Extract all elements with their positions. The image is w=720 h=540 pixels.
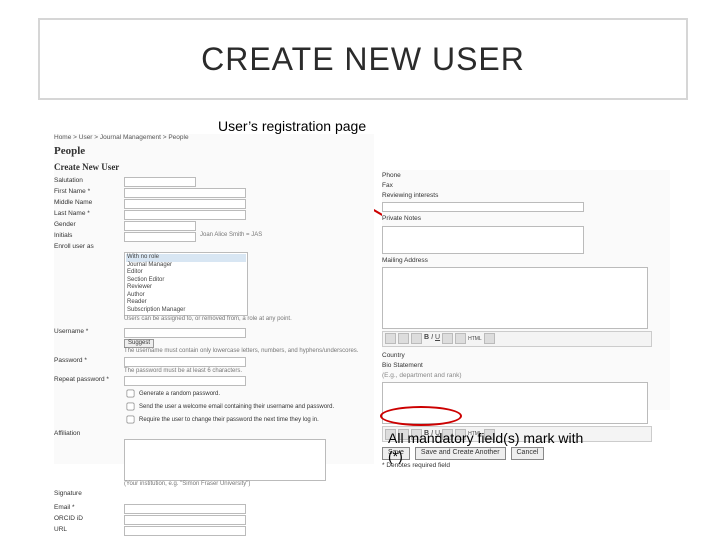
role-option[interactable]: Section Editor (126, 277, 246, 285)
input-gender[interactable] (124, 221, 196, 231)
input-email[interactable] (124, 504, 246, 514)
label-phone: Phone (382, 172, 670, 180)
opt-welcome-email[interactable]: Send the user a welcome email containing… (124, 400, 374, 413)
title-band: CREATE NEW USER (38, 18, 688, 100)
screenshot-right: Phone Fax Reviewing interests Private No… (382, 170, 670, 410)
input-middle-name[interactable] (124, 199, 246, 209)
heading-people: People (54, 145, 374, 159)
textarea-private-notes[interactable] (382, 226, 584, 254)
caption-mandatory: All mandatory field(s) mark with (*) (388, 430, 588, 465)
opt-force-change[interactable]: Require the user to change their passwor… (124, 413, 374, 426)
opt-generate-password[interactable]: Generate a random password. (124, 387, 374, 400)
label-fax: Fax (382, 182, 670, 190)
hint-initials: Joan Alice Smith = JAS (200, 232, 262, 242)
label-signature: Signature (54, 490, 124, 498)
screenshot-left: Home > User > Journal Management > Peopl… (54, 134, 374, 464)
label-country: Country (382, 352, 670, 360)
textarea-affiliation[interactable] (124, 439, 326, 481)
label-affiliation: Affiliation (54, 430, 124, 438)
role-option[interactable]: Subscription Manager (126, 307, 246, 315)
bold-icon[interactable]: B (424, 334, 429, 343)
input-salutation[interactable] (124, 177, 196, 187)
label-initials: Initials (54, 232, 124, 242)
html-icon[interactable]: HTML (468, 336, 482, 342)
label-enroll: Enroll user as (54, 243, 124, 251)
label-username: Username * (54, 328, 124, 338)
suggest-button[interactable]: Suggest (124, 339, 154, 349)
role-option[interactable]: Reviewer (126, 284, 246, 292)
role-option[interactable]: Reader (126, 299, 246, 307)
toolbar-icon[interactable] (385, 333, 396, 344)
label-first-name: First Name * (54, 188, 124, 198)
affiliation-hint: (Your institution, e.g. "Simon Fraser Un… (124, 481, 374, 489)
input-orcid[interactable] (124, 515, 246, 525)
label-mailing: Mailing Address (382, 257, 670, 265)
role-option[interactable]: Author (126, 292, 246, 300)
toolbar-icon[interactable] (442, 333, 453, 344)
textarea-mailing[interactable] (382, 267, 648, 329)
input-initials[interactable] (124, 232, 196, 242)
label-repeat-password: Repeat password * (54, 376, 124, 386)
underline-icon[interactable]: U (435, 334, 440, 343)
toolbar-icon[interactable] (411, 333, 422, 344)
label-middle-name: Middle Name (54, 199, 124, 209)
label-email: Email * (54, 504, 124, 514)
label-url: URL (54, 526, 124, 536)
label-orcid: ORCID iD (54, 515, 124, 525)
input-username[interactable] (124, 328, 246, 338)
italic-icon[interactable]: I (431, 334, 433, 343)
input-first-name[interactable] (124, 188, 246, 198)
roles-note: Users can be assigned to, or removed fro… (124, 316, 374, 324)
label-gender: Gender (54, 221, 124, 231)
hint-bio: (E.g., department and rank) (382, 372, 670, 380)
editor-toolbar[interactable]: B I U HTML (382, 331, 652, 347)
password-note: The password must be at least 6 characte… (124, 368, 374, 376)
roles-listbox[interactable]: With no role Journal Manager Editor Sect… (124, 252, 248, 316)
label-password: Password * (54, 357, 124, 367)
heading-create-new-user: Create New User (54, 162, 374, 173)
label-bio: Bio Statement (382, 362, 670, 370)
slide-title: CREATE NEW USER (201, 41, 525, 78)
role-option[interactable]: With no role (126, 254, 246, 262)
role-option[interactable]: Journal Manager (126, 262, 246, 270)
toolbar-icon[interactable] (455, 333, 466, 344)
highlight-oval (380, 406, 462, 426)
role-option[interactable]: Editor (126, 269, 246, 277)
label-interests: Reviewing interests (382, 192, 670, 200)
breadcrumbs: Home > User > Journal Management > Peopl… (54, 134, 374, 142)
input-interests[interactable] (382, 202, 584, 212)
input-repeat-password[interactable] (124, 376, 246, 386)
toolbar-icon[interactable] (484, 333, 495, 344)
label-salutation: Salutation (54, 177, 124, 187)
input-last-name[interactable] (124, 210, 246, 220)
input-password[interactable] (124, 357, 246, 367)
toolbar-icon[interactable] (398, 333, 409, 344)
label-last-name: Last Name * (54, 210, 124, 220)
username-note: The username must contain only lowercase… (124, 348, 374, 356)
input-url[interactable] (124, 526, 246, 536)
label-private-notes: Private Notes (382, 215, 670, 223)
